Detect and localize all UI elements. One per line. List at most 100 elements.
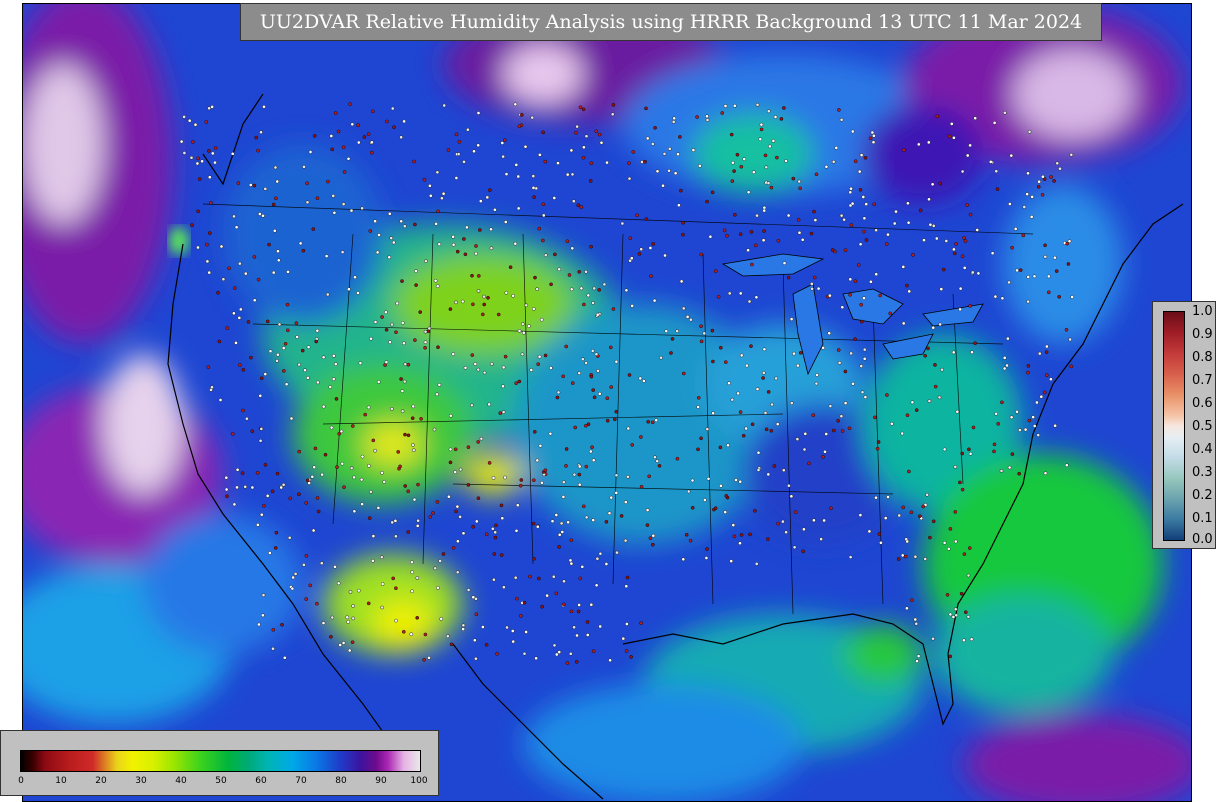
- station-marker: [1026, 171, 1030, 176]
- station-marker: [382, 480, 387, 484]
- station-marker: [329, 425, 334, 430]
- innovation-tick: 1.0: [1192, 304, 1213, 319]
- station-marker: [681, 232, 685, 237]
- station-marker: [625, 575, 630, 580]
- station-marker: [209, 200, 213, 205]
- innovation-tick: 0.8: [1192, 350, 1213, 365]
- station-marker: [859, 153, 864, 157]
- station-marker: [402, 379, 407, 384]
- station-marker: [414, 283, 418, 287]
- station-marker: [259, 376, 264, 381]
- station-marker: [699, 339, 704, 344]
- station-marker: [729, 559, 734, 563]
- station-marker: [933, 384, 938, 389]
- station-marker: [486, 295, 490, 300]
- station-marker: [681, 220, 686, 225]
- station-marker: [685, 315, 690, 319]
- station-marker: [435, 392, 439, 397]
- station-marker: [621, 636, 626, 641]
- station-marker: [793, 510, 798, 514]
- station-marker: [1003, 111, 1007, 115]
- station-marker: [301, 248, 306, 253]
- station-marker: [663, 253, 667, 258]
- station-marker: [624, 500, 628, 504]
- station-marker: [518, 483, 523, 488]
- station-marker: [195, 161, 200, 166]
- station-marker: [915, 659, 919, 663]
- station-marker: [577, 269, 582, 274]
- station-marker: [261, 613, 265, 618]
- station-marker: [953, 465, 958, 469]
- station-marker: [933, 363, 937, 367]
- station-marker: [410, 416, 415, 421]
- station-marker: [733, 104, 737, 108]
- station-marker: [494, 523, 498, 528]
- station-marker: [423, 345, 427, 350]
- station-marker: [851, 381, 855, 386]
- station-marker: [690, 505, 695, 510]
- station-marker: [380, 605, 385, 610]
- station-marker: [1055, 161, 1059, 166]
- station-marker: [375, 250, 380, 255]
- station-marker: [321, 355, 326, 360]
- station-marker: [810, 282, 814, 286]
- station-marker: [624, 649, 629, 653]
- station-marker: [614, 473, 619, 478]
- innovation-colorbar-gradient: [1163, 311, 1185, 541]
- station-marker: [592, 395, 597, 400]
- station-marker: [1005, 363, 1009, 368]
- station-marker: [738, 541, 742, 546]
- station-marker: [962, 552, 967, 556]
- station-marker: [738, 232, 743, 236]
- station-marker: [415, 524, 420, 528]
- station-marker: [659, 355, 663, 360]
- station-marker: [655, 459, 660, 463]
- innovation-colorbar: 1.0 0.9 0.8 0.7 0.6 0.5 0.4 0.3 0.2 0.1 …: [1152, 301, 1216, 549]
- station-marker: [262, 105, 266, 109]
- station-marker: [646, 419, 651, 424]
- station-marker: [711, 411, 715, 416]
- station-marker: [639, 484, 644, 489]
- station-marker: [699, 436, 703, 441]
- station-marker: [755, 103, 760, 107]
- station-marker: [564, 464, 568, 468]
- station-marker: [489, 246, 494, 250]
- station-marker: [363, 412, 368, 417]
- station-marker: [645, 523, 650, 527]
- station-marker: [335, 465, 339, 469]
- station-marker: [243, 484, 247, 489]
- station-marker: [554, 513, 559, 517]
- station-marker: [297, 449, 302, 454]
- station-marker: [964, 610, 968, 615]
- station-marker: [611, 103, 616, 107]
- station-marker: [691, 148, 696, 152]
- station-marker: [643, 159, 647, 164]
- station-marker: [549, 366, 553, 370]
- station-marker: [590, 445, 594, 450]
- station-marker: [1036, 433, 1041, 437]
- station-marker: [884, 242, 889, 246]
- station-marker: [411, 443, 415, 447]
- station-marker: [213, 146, 218, 150]
- station-marker: [698, 164, 702, 168]
- station-marker: [515, 503, 520, 508]
- station-marker: [962, 235, 966, 240]
- station-marker: [966, 615, 971, 619]
- station-marker: [679, 188, 683, 193]
- station-marker: [1026, 299, 1030, 304]
- station-marker: [591, 388, 596, 392]
- station-marker: [973, 341, 978, 346]
- station-marker: [662, 152, 667, 156]
- station-marker: [623, 538, 628, 543]
- station-marker: [905, 606, 909, 611]
- station-marker: [341, 202, 346, 206]
- station-marker: [424, 259, 428, 263]
- station-marker: [744, 426, 748, 431]
- station-marker: [586, 293, 591, 298]
- station-marker: [508, 265, 513, 270]
- station-marker: [592, 286, 597, 291]
- station-marker: [394, 618, 398, 623]
- station-marker: [992, 442, 997, 447]
- station-marker: [791, 176, 796, 181]
- station-marker: [511, 293, 515, 298]
